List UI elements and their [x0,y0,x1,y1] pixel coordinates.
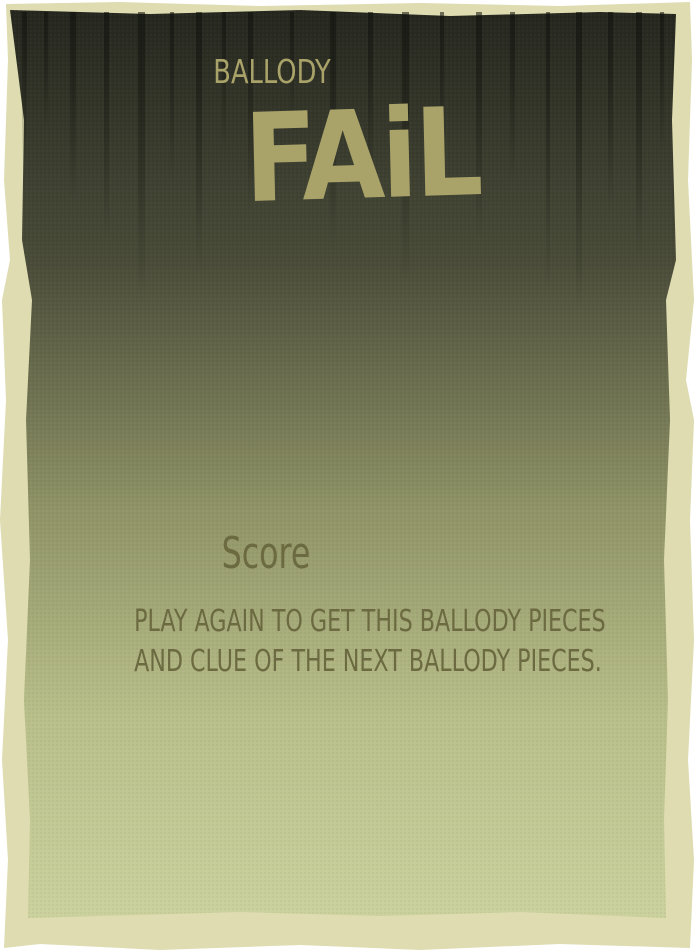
message-line-1: PLAY AGAIN TO GET THIS BALLODY PIECES [134,604,606,639]
score-label: Score [221,528,311,579]
message-line-2: AND CLUE OF THE NEXT BALLODY PIECES. [134,644,602,679]
fail-card: BALLODY FAiL Score PLAY AGAIN TO GET THI… [0,0,696,952]
fail-title: FAiL [242,81,481,231]
play-again-message: PLAY AGAIN TO GET THIS BALLODY PIECES AN… [134,602,606,682]
